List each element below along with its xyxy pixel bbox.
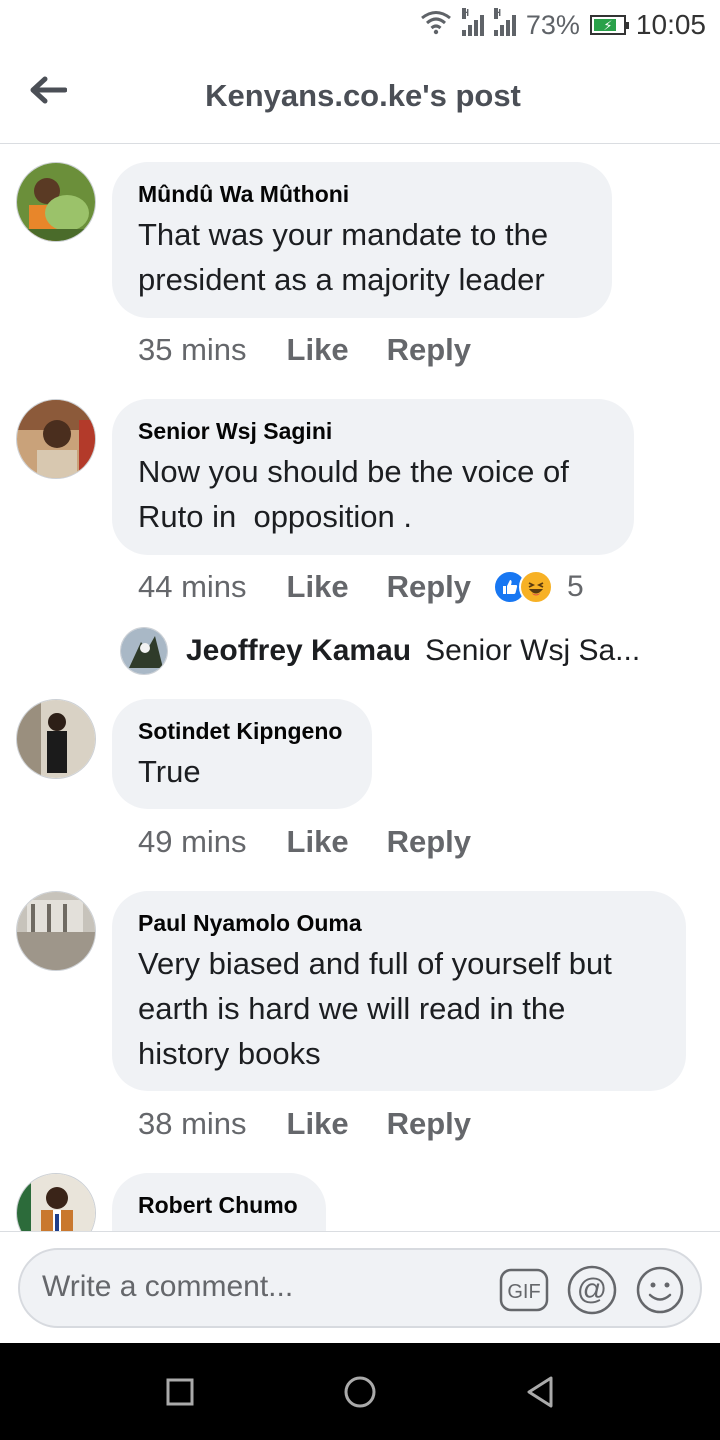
recent-apps-icon[interactable]: [155, 1367, 205, 1417]
comment-text: That was your mandate to the president a…: [138, 212, 586, 302]
comment-author[interactable]: Robert Chumo: [138, 1191, 300, 1219]
reply-button[interactable]: Reply: [387, 824, 471, 860]
signal-icon: H: [493, 8, 516, 36]
comment-composer: Write a comment... GIF @: [0, 1231, 720, 1343]
comment-author[interactable]: Sotindet Kipngeno: [138, 717, 346, 745]
avatar[interactable]: [16, 399, 96, 479]
emoji-icon[interactable]: [634, 1264, 686, 1316]
comment-bubble: Mûndû Wa Mûthoni That was your mandate t…: [112, 162, 612, 318]
comment-text-line: Very biased and full of yourself but: [138, 946, 612, 981]
reply-button[interactable]: Reply: [387, 569, 471, 605]
gif-icon[interactable]: GIF: [498, 1264, 550, 1316]
reaction-count: 5: [567, 570, 584, 603]
comment-text: Very biased and full of yourself but ear…: [138, 941, 660, 1076]
status-bar: H H 73% ⚡ 10:05: [0, 0, 720, 52]
comment-text-line: Now you should be the voice of: [138, 454, 569, 489]
comment-text-line: That was your mandate to the: [138, 217, 549, 252]
battery-charging-icon: ⚡: [589, 15, 629, 35]
wifi-icon: [420, 9, 452, 42]
system-nav-bar: [0, 1343, 720, 1440]
comment-text-line: president as a majority leader: [138, 262, 545, 297]
page-title: Kenyans.co.ke's post: [205, 78, 521, 113]
like-button[interactable]: Like: [287, 569, 349, 605]
reply-preview[interactable]: Jeoffrey Kamau Senior Wsj Sa...: [120, 627, 710, 675]
header: Kenyans.co.ke's post: [0, 52, 720, 144]
comment-text-line: earth is hard we will read in the: [138, 991, 566, 1026]
reply-text: Senior Wsj Sa...: [425, 634, 641, 667]
reply-button[interactable]: Reply: [387, 332, 471, 368]
comment-input[interactable]: Write a comment...: [42, 1270, 293, 1304]
comment-author[interactable]: Senior Wsj Sagini: [138, 417, 608, 445]
comment-bubble: Senior Wsj Sagini Now you should be the …: [112, 399, 634, 555]
comment-bubble: Sotindet Kipngeno True: [112, 699, 372, 809]
comment-text: Now you should be the voice of Ruto in o…: [138, 449, 608, 539]
comment-text: True: [138, 749, 346, 794]
comment-time[interactable]: 49 mins: [138, 824, 247, 860]
svg-text:@: @: [577, 1273, 607, 1306]
comment-meta: 49 mins Like Reply: [138, 824, 471, 860]
reply-button[interactable]: Reply: [387, 1106, 471, 1142]
comment-bubble: Robert Chumo: [112, 1173, 326, 1231]
comment-text-line: Ruto in opposition .: [138, 499, 413, 534]
avatar[interactable]: [16, 1173, 96, 1231]
comment-meta: 38 mins Like Reply: [138, 1106, 471, 1142]
comment-input-box[interactable]: Write a comment... GIF @: [18, 1248, 702, 1328]
clock: 10:05: [635, 9, 706, 40]
comment-bubble: Paul Nyamolo Ouma Very biased and full o…: [112, 891, 686, 1091]
svg-text:GIF: GIF: [507, 1281, 540, 1303]
comment-list: Mûndû Wa Mûthoni That was your mandate t…: [0, 145, 720, 1231]
like-button[interactable]: Like: [287, 332, 349, 368]
comment-time[interactable]: 44 mins: [138, 569, 247, 605]
reaction-summary[interactable]: 5: [493, 570, 584, 604]
back-triangle-icon[interactable]: [515, 1367, 565, 1417]
like-button[interactable]: Like: [287, 824, 349, 860]
avatar[interactable]: [120, 627, 168, 675]
avatar[interactable]: [16, 162, 96, 242]
like-button[interactable]: Like: [287, 1106, 349, 1142]
comment-time[interactable]: 35 mins: [138, 332, 247, 368]
battery-percent: 73%: [525, 9, 580, 40]
comment-meta: 44 mins Like Reply 5: [138, 569, 584, 605]
home-icon[interactable]: [335, 1367, 385, 1417]
signal-icon: H: [461, 8, 484, 36]
comment-author[interactable]: Paul Nyamolo Ouma: [138, 909, 660, 937]
mention-icon[interactable]: @: [566, 1264, 618, 1316]
comment-meta: 35 mins Like Reply: [138, 332, 471, 368]
haha-reaction-icon: [519, 570, 553, 604]
comment-time[interactable]: 38 mins: [138, 1106, 247, 1142]
avatar[interactable]: [16, 891, 96, 971]
comment-text-line: history books: [138, 1036, 321, 1071]
comment-text-line: True: [138, 754, 201, 789]
reply-author[interactable]: Jeoffrey Kamau: [186, 634, 411, 668]
comment-author[interactable]: Mûndû Wa Mûthoni: [138, 180, 586, 208]
avatar[interactable]: [16, 699, 96, 779]
